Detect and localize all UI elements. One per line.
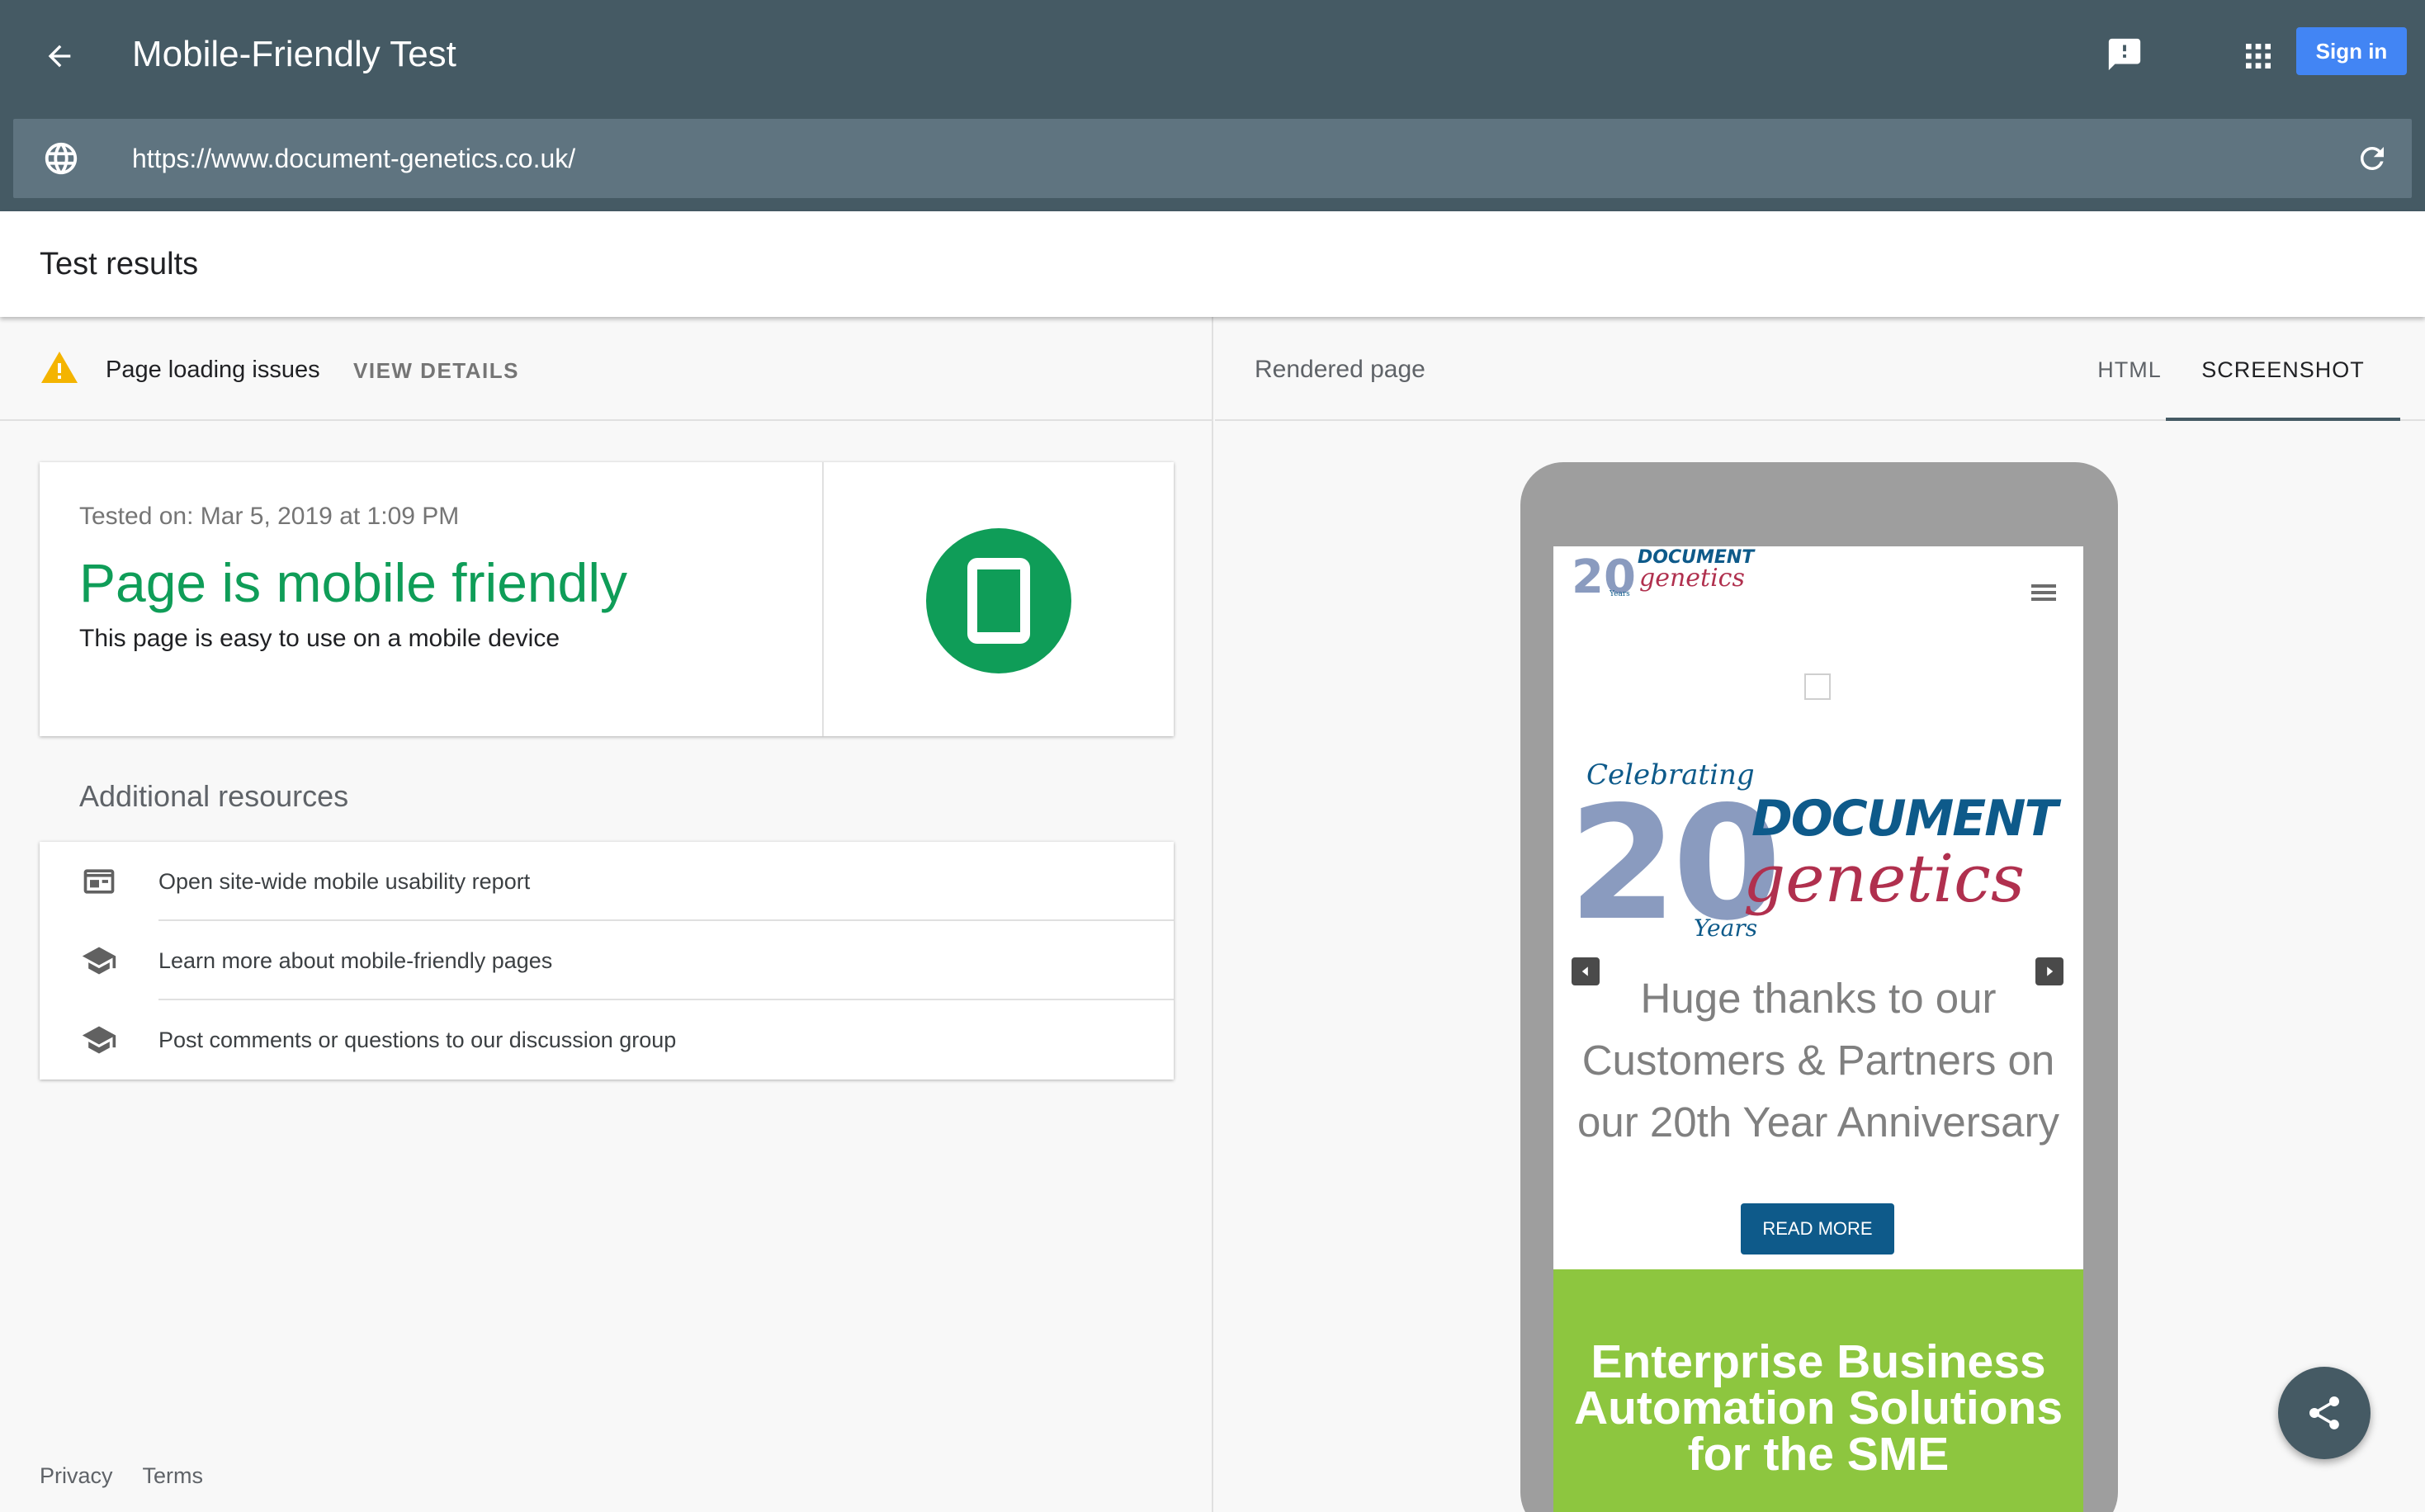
url-bar[interactable]: https://www.document-genetics.co.uk/ bbox=[13, 119, 2412, 198]
app-header: Mobile-Friendly Test Sign in https://www… bbox=[0, 0, 2425, 211]
warning-icon bbox=[40, 348, 79, 388]
globe-icon bbox=[40, 137, 83, 180]
tested-on-timestamp: Tested on: Mar 5, 2019 at 1:09 PM bbox=[79, 503, 460, 530]
resource-learn-more[interactable]: Learn more about mobile-friendly pages bbox=[40, 921, 1174, 1000]
rendered-page-bar: Rendered page HTML SCREENSHOT bbox=[1215, 317, 2425, 421]
issues-bar: Page loading issues VIEW DETAILS bbox=[0, 317, 1213, 421]
school-icon bbox=[79, 941, 119, 980]
refresh-icon[interactable] bbox=[2351, 137, 2394, 180]
page-loading-issues-label: Page loading issues bbox=[106, 357, 320, 383]
privacy-link[interactable]: Privacy bbox=[40, 1463, 113, 1488]
rendered-page-panel: Rendered page HTML SCREENSHOT 20 Years D… bbox=[1215, 317, 2425, 1512]
hero-years: Years bbox=[1694, 914, 1757, 942]
resource-usability-report[interactable]: Open site-wide mobile usability report bbox=[40, 842, 1174, 921]
footer-links: Privacy Terms bbox=[40, 1459, 233, 1492]
school-icon bbox=[79, 1020, 119, 1060]
read-more-button[interactable]: READ MORE bbox=[1741, 1203, 1894, 1254]
share-icon[interactable] bbox=[2278, 1367, 2371, 1459]
resources-list: Open site-wide mobile usability report L… bbox=[40, 842, 1174, 1080]
banner-heading: Enterprise Business Automation Solutions… bbox=[1573, 1335, 2063, 1481]
report-icon bbox=[79, 862, 119, 901]
url-input[interactable]: https://www.document-genetics.co.uk/ bbox=[132, 139, 575, 178]
tab-screenshot[interactable]: SCREENSHOT bbox=[2166, 352, 2400, 421]
results-header: Test results bbox=[0, 211, 2425, 317]
green-banner: Enterprise Business Automation Solutions… bbox=[1553, 1269, 2083, 1512]
results-title: Test results bbox=[40, 247, 199, 281]
rendered-page-title: Rendered page bbox=[1255, 356, 1425, 383]
mobile-phone-icon bbox=[926, 528, 1071, 673]
anniversary-message: Huge thanks to our Customers & Partners … bbox=[1576, 975, 2060, 1146]
app-title: Mobile-Friendly Test bbox=[132, 34, 456, 74]
resource-label: Open site-wide mobile usability report bbox=[158, 869, 531, 894]
sign-in-button[interactable]: Sign in bbox=[2296, 27, 2407, 75]
result-card: Tested on: Mar 5, 2019 at 1:09 PM Page i… bbox=[40, 462, 1174, 736]
back-arrow-icon[interactable] bbox=[38, 35, 81, 78]
phone-frame: 20 Years DOCUMENT genetics Celebrating 2… bbox=[1520, 462, 2118, 1512]
resource-label: Learn more about mobile-friendly pages bbox=[158, 948, 553, 973]
verdict-description: This page is easy to use on a mobile dev… bbox=[79, 625, 560, 652]
terms-link[interactable]: Terms bbox=[143, 1463, 204, 1488]
anniversary-banner-image: Celebrating 20 Years DOCUMENT genetics bbox=[1568, 758, 2063, 943]
image-placeholder-icon bbox=[1804, 673, 1831, 700]
additional-resources-title: Additional resources bbox=[79, 779, 349, 813]
results-panel: Page loading issues VIEW DETAILS Tested … bbox=[0, 317, 1213, 1512]
rendered-screenshot: 20 Years DOCUMENT genetics Celebrating 2… bbox=[1553, 546, 2083, 1512]
resource-discussion-group[interactable]: Post comments or questions to our discus… bbox=[40, 1000, 1174, 1080]
result-summary: Tested on: Mar 5, 2019 at 1:09 PM Page i… bbox=[40, 462, 824, 736]
resource-label: Post comments or questions to our discus… bbox=[158, 1028, 677, 1052]
hamburger-menu-icon[interactable] bbox=[2027, 576, 2060, 609]
apps-grid-icon[interactable] bbox=[2237, 35, 2280, 78]
feedback-icon[interactable] bbox=[2103, 33, 2146, 76]
view-details-button[interactable]: VIEW DETAILS bbox=[353, 355, 519, 386]
logo-years: Years bbox=[1609, 590, 1630, 598]
verdict-heading: Page is mobile friendly bbox=[79, 552, 627, 613]
logo-genetics: genetics bbox=[1639, 564, 1745, 593]
site-logo: 20 Years DOCUMENT genetics bbox=[1572, 547, 1756, 599]
hero-document: DOCUMENT bbox=[1751, 790, 2061, 848]
hero-genetics: genetics bbox=[1743, 840, 2025, 917]
